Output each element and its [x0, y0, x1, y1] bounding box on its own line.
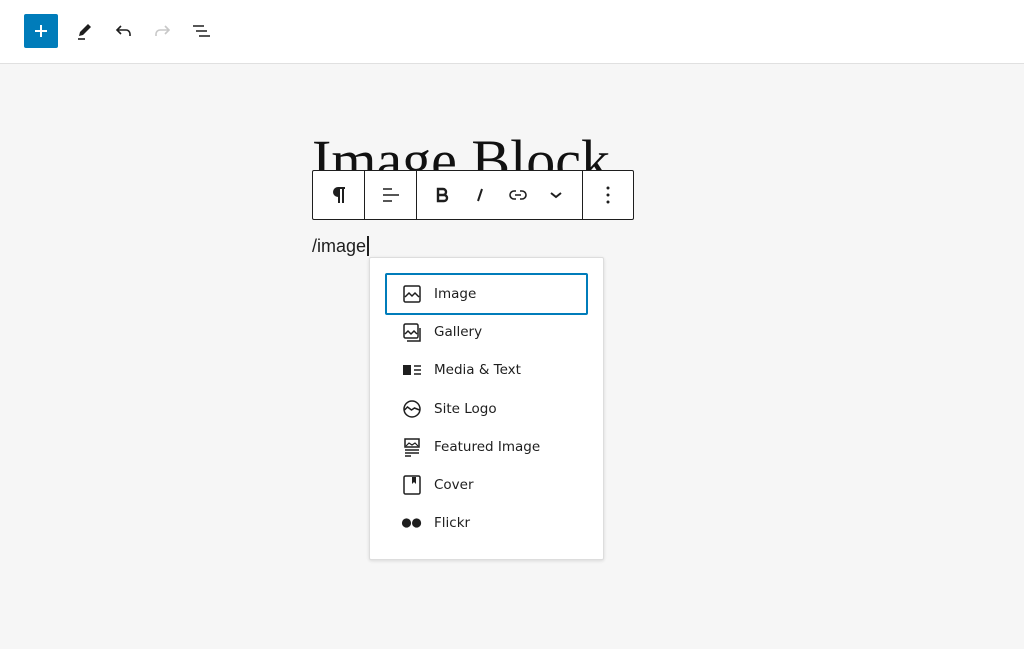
inserter-item-label: Gallery: [434, 324, 483, 340]
inserter-item-cover[interactable]: Cover: [385, 466, 588, 504]
transform-block-button[interactable]: [313, 171, 364, 219]
inserter-item-label: Featured Image: [434, 438, 541, 455]
editor-header: [0, 0, 1024, 64]
text-caret: [367, 236, 369, 256]
inserter-item-label: Image: [434, 286, 477, 302]
inserter-item-image[interactable]: Image: [385, 273, 588, 315]
align-left-icon: [382, 188, 399, 202]
inserter-item-label: Cover: [434, 477, 474, 494]
inserter-item-flickr[interactable]: Flickr: [385, 504, 588, 542]
undo-button[interactable]: [107, 14, 141, 48]
align-group: [365, 171, 417, 219]
pencil-icon: [78, 24, 91, 40]
inserter-item-gallery[interactable]: Gallery: [385, 313, 588, 351]
inserter-item-media-text[interactable]: Media & Text: [385, 351, 588, 389]
inserter-item-label: Media & Text: [434, 362, 521, 379]
slash-inserter-menu: Image Gallery Media & Text Site Logo Fea…: [369, 257, 604, 560]
link-button[interactable]: [499, 171, 537, 219]
paragraph-icon: [332, 187, 345, 203]
redo-icon: [155, 25, 171, 36]
options-group: [583, 171, 633, 219]
bold-icon: [436, 187, 449, 203]
flickr-icon: [401, 518, 422, 529]
formatting-group: [417, 171, 583, 219]
chevron-down-icon: [550, 192, 562, 199]
featured-image-icon: [404, 438, 420, 457]
paragraph-block[interactable]: /image: [312, 235, 369, 257]
post-title[interactable]: Image Block: [312, 126, 610, 172]
bold-button[interactable]: [423, 171, 461, 219]
media-text-icon: [403, 365, 421, 376]
inserter-item-label: Flickr: [434, 515, 471, 532]
cover-icon: [403, 475, 421, 495]
gallery-icon: [403, 323, 421, 342]
redo-button[interactable]: [145, 14, 179, 48]
image-icon: [403, 285, 421, 303]
italic-icon: [477, 188, 483, 202]
document-overview-button[interactable]: [184, 14, 218, 48]
tools-button[interactable]: [68, 14, 102, 48]
block-type-group: [313, 171, 365, 219]
link-icon: [509, 190, 527, 200]
inserter-item-label: Site Logo: [434, 400, 497, 417]
more-options-icon: [606, 186, 610, 204]
undo-icon: [115, 25, 131, 36]
site-logo-icon: [403, 399, 421, 418]
paragraph-text: /image: [312, 236, 367, 256]
more-formatting-button[interactable]: [537, 171, 575, 219]
plus-icon: [35, 25, 47, 37]
inserter-item-featured-image[interactable]: Featured Image: [385, 428, 588, 466]
list-view-icon: [193, 25, 210, 37]
align-button[interactable]: [365, 171, 416, 219]
options-button[interactable]: [583, 171, 633, 219]
italic-button[interactable]: [461, 171, 499, 219]
inserter-item-site-logo[interactable]: Site Logo: [385, 390, 588, 428]
add-block-button[interactable]: [24, 14, 58, 48]
block-toolbar: [312, 170, 634, 220]
